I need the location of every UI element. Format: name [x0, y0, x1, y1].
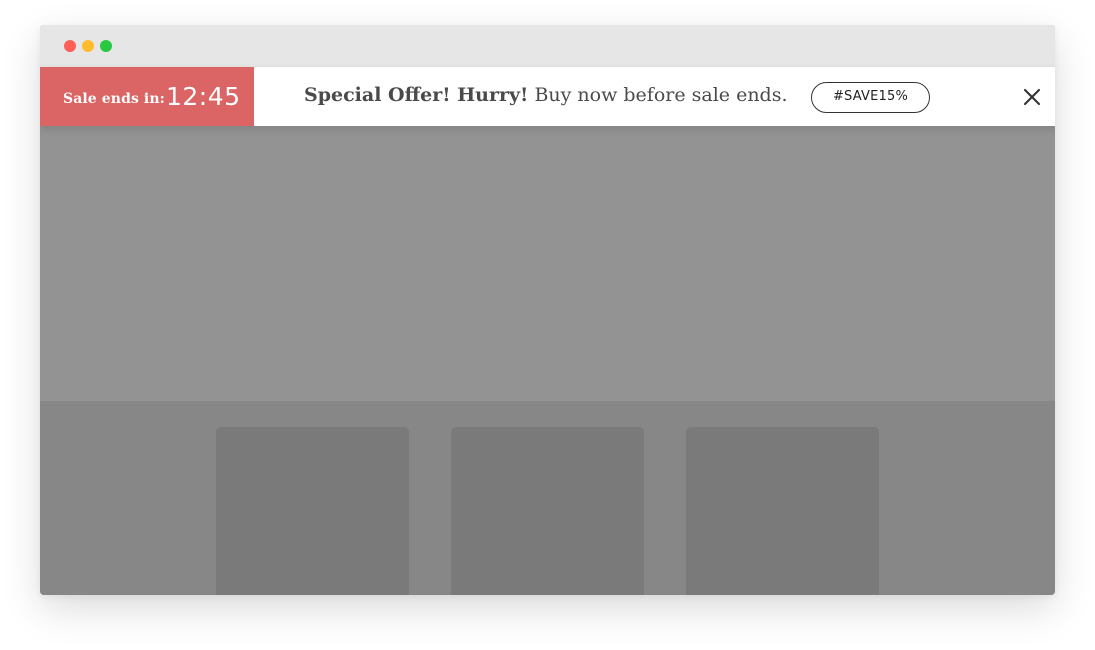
minimize-window-dot[interactable] — [82, 40, 94, 52]
browser-window: Sale ends in: 12:45 Special Offer! Hurry… — [40, 25, 1055, 595]
window-title-bar — [40, 25, 1055, 67]
offer-message: Special Offer! Hurry! Buy now before sal… — [304, 84, 788, 107]
product-card-placeholder — [686, 427, 879, 595]
zoom-window-dot[interactable] — [100, 40, 112, 52]
product-card-placeholder — [451, 427, 644, 595]
countdown-panel: Sale ends in: 12:45 — [40, 67, 254, 126]
close-icon[interactable] — [1021, 86, 1043, 108]
product-card-placeholder — [216, 427, 409, 595]
offer-description: Buy now before sale ends. — [528, 84, 788, 106]
content-section — [40, 401, 1055, 595]
coupon-code-button[interactable]: #SAVE15% — [811, 82, 930, 113]
close-window-dot[interactable] — [64, 40, 76, 52]
sale-banner: Sale ends in: 12:45 Special Offer! Hurry… — [40, 67, 1055, 126]
countdown-timer: 12:45 — [166, 82, 241, 111]
countdown-label: Sale ends in: — [63, 91, 165, 107]
offer-headline: Special Offer! Hurry! — [304, 84, 529, 106]
